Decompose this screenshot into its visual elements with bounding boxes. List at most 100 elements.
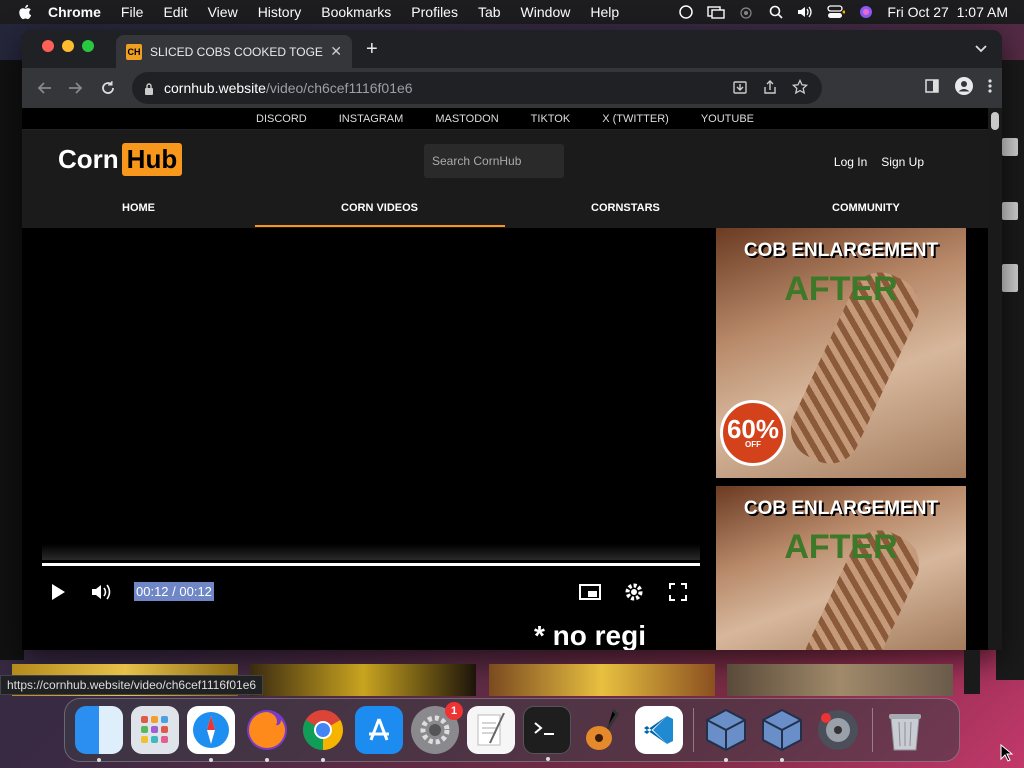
menu-view[interactable]: View	[208, 4, 238, 20]
search-icon[interactable]	[767, 5, 785, 19]
site-header: Corn Hub Search CornHub Log In Sign Up	[22, 130, 988, 194]
siri-icon[interactable]	[857, 5, 875, 19]
control-center-icon[interactable]	[827, 5, 846, 19]
zoom-window-button[interactable]	[82, 40, 94, 52]
ad-headline: COB ENLARGEMENT	[743, 240, 939, 261]
ad-discount-badge: 60% OFF	[720, 400, 786, 466]
virtualbox-vm-icon[interactable]	[758, 706, 806, 762]
page-scrollbar-thumb[interactable]	[991, 112, 999, 130]
system-settings-icon[interactable]: 1	[411, 702, 463, 754]
video-controls: 00:12 / 00:12	[38, 574, 702, 610]
video-content-area: 00:12 / 00:12 * no regi COB ENLARGEMENT …	[22, 228, 988, 650]
site-search-input[interactable]: Search CornHub	[424, 144, 564, 178]
menubar-clock[interactable]: Fri Oct 27 1:07 AM	[887, 4, 1008, 20]
browser-window: CH SLICED COBS COOKED TOGE ✕ + cornhub.w…	[22, 30, 1002, 650]
chrome-icon[interactable]	[299, 706, 347, 762]
signup-link[interactable]: Sign Up	[881, 155, 924, 169]
social-link-discord[interactable]: DISCORD	[256, 113, 307, 125]
side-panel-icon[interactable]	[924, 78, 940, 99]
social-link-instagram[interactable]: INSTAGRAM	[339, 113, 404, 125]
close-window-button[interactable]	[42, 40, 54, 52]
launchpad-icon[interactable]	[131, 706, 179, 754]
background-window-badge	[1002, 202, 1018, 220]
kebab-menu-icon[interactable]	[988, 78, 992, 99]
video-thumbnail[interactable]	[727, 664, 953, 696]
nav-corn-videos[interactable]: CORN VIDEOS	[341, 202, 418, 214]
login-link[interactable]: Log In	[834, 155, 867, 169]
page-scrollbar[interactable]	[988, 108, 1002, 650]
menu-history[interactable]: History	[258, 4, 302, 20]
minimize-window-button[interactable]	[62, 40, 74, 52]
menu-app-name[interactable]: Chrome	[48, 4, 101, 20]
app-store-icon[interactable]	[355, 706, 403, 754]
vscode-icon[interactable]	[635, 706, 683, 754]
browser-toolbar: cornhub.website/video/ch6cef1116f01e6	[22, 68, 1002, 108]
video-overlay-text: * no regi	[534, 620, 647, 650]
tab-search-chevron-icon[interactable]	[974, 42, 988, 56]
bookmark-star-icon[interactable]	[791, 78, 809, 98]
menu-tab[interactable]: Tab	[478, 4, 501, 20]
social-links-bar: DISCORD INSTAGRAM MASTODON TIKTOK X (TWI…	[22, 108, 988, 130]
new-tab-icon[interactable]: +	[366, 38, 378, 61]
picture-in-picture-icon[interactable]	[578, 580, 602, 604]
trash-icon[interactable]	[881, 706, 929, 754]
disk-utility-icon[interactable]	[814, 706, 862, 754]
creative-cloud-icon[interactable]	[677, 5, 695, 19]
volume-icon[interactable]	[90, 580, 114, 604]
fullscreen-icon[interactable]	[666, 580, 690, 604]
apple-icon[interactable]	[18, 4, 34, 20]
social-link-x[interactable]: X (TWITTER)	[602, 113, 669, 125]
browser-tab[interactable]: CH SLICED COBS COOKED TOGE ✕	[116, 35, 352, 68]
tab-bar: CH SLICED COBS COOKED TOGE ✕ +	[22, 30, 1002, 68]
menu-edit[interactable]: Edit	[163, 4, 187, 20]
screen-mirroring-icon[interactable]	[707, 5, 726, 19]
nav-home[interactable]: HOME	[122, 202, 155, 214]
video-thumbnail[interactable]	[250, 664, 476, 696]
mouse-cursor-icon	[1000, 743, 1014, 762]
social-link-tiktok[interactable]: TIKTOK	[531, 113, 571, 125]
play-icon[interactable]	[46, 580, 70, 604]
settings-gear-icon[interactable]	[622, 580, 646, 604]
forward-arrow-icon[interactable]	[64, 77, 86, 99]
ad-after-label: AFTER	[784, 270, 898, 308]
video-thumbnail[interactable]	[489, 664, 715, 696]
share-icon[interactable]	[762, 79, 778, 98]
close-tab-icon[interactable]: ✕	[330, 43, 342, 60]
garageband-icon[interactable]	[579, 706, 627, 754]
volume-icon[interactable]	[797, 5, 815, 19]
sidebar-ad[interactable]: COB ENLARGEMENT AFTER 60% OFF	[716, 228, 966, 478]
finder-icon[interactable]	[75, 706, 123, 762]
video-time: 00:12 / 00:12	[134, 582, 214, 601]
address-bar[interactable]: cornhub.website/video/ch6cef1116f01e6	[132, 72, 822, 104]
profile-avatar-icon[interactable]	[954, 76, 974, 101]
dock-separator	[872, 708, 873, 752]
virtualbox-icon[interactable]	[702, 706, 750, 762]
safari-icon[interactable]	[187, 706, 235, 762]
background-window-badge	[1002, 264, 1018, 292]
social-link-youtube[interactable]: YOUTUBE	[701, 113, 754, 125]
logo-text-right: Hub	[121, 143, 183, 176]
video-progress-bar[interactable]	[42, 563, 700, 566]
social-link-mastodon[interactable]: MASTODON	[435, 113, 498, 125]
sidebar-ad[interactable]: COB ENLARGEMENT AFTER	[716, 486, 966, 650]
menu-bookmarks[interactable]: Bookmarks	[321, 4, 391, 20]
reload-icon[interactable]	[97, 77, 119, 99]
site-favicon-icon: CH	[126, 43, 142, 60]
nav-community[interactable]: COMMUNITY	[832, 202, 900, 214]
menu-window[interactable]: Window	[521, 4, 571, 20]
install-app-icon[interactable]	[732, 79, 748, 98]
terminal-icon[interactable]	[523, 706, 571, 761]
lock-icon[interactable]	[144, 82, 154, 95]
settings-notification-badge: 1	[445, 702, 463, 720]
airdrop-icon[interactable]	[737, 5, 755, 19]
firefox-icon[interactable]	[243, 706, 291, 762]
back-arrow-icon[interactable]	[34, 77, 56, 99]
menu-help[interactable]: Help	[590, 4, 619, 20]
menu-file[interactable]: File	[121, 4, 144, 20]
site-logo[interactable]: Corn Hub	[58, 143, 183, 176]
url-path: /video/ch6cef1116f01e6	[265, 80, 413, 96]
textedit-icon[interactable]	[467, 706, 515, 754]
video-player[interactable]: 00:12 / 00:12	[38, 228, 702, 630]
menu-profiles[interactable]: Profiles	[411, 4, 458, 20]
nav-cornstars[interactable]: CORNSTARS	[591, 202, 660, 214]
